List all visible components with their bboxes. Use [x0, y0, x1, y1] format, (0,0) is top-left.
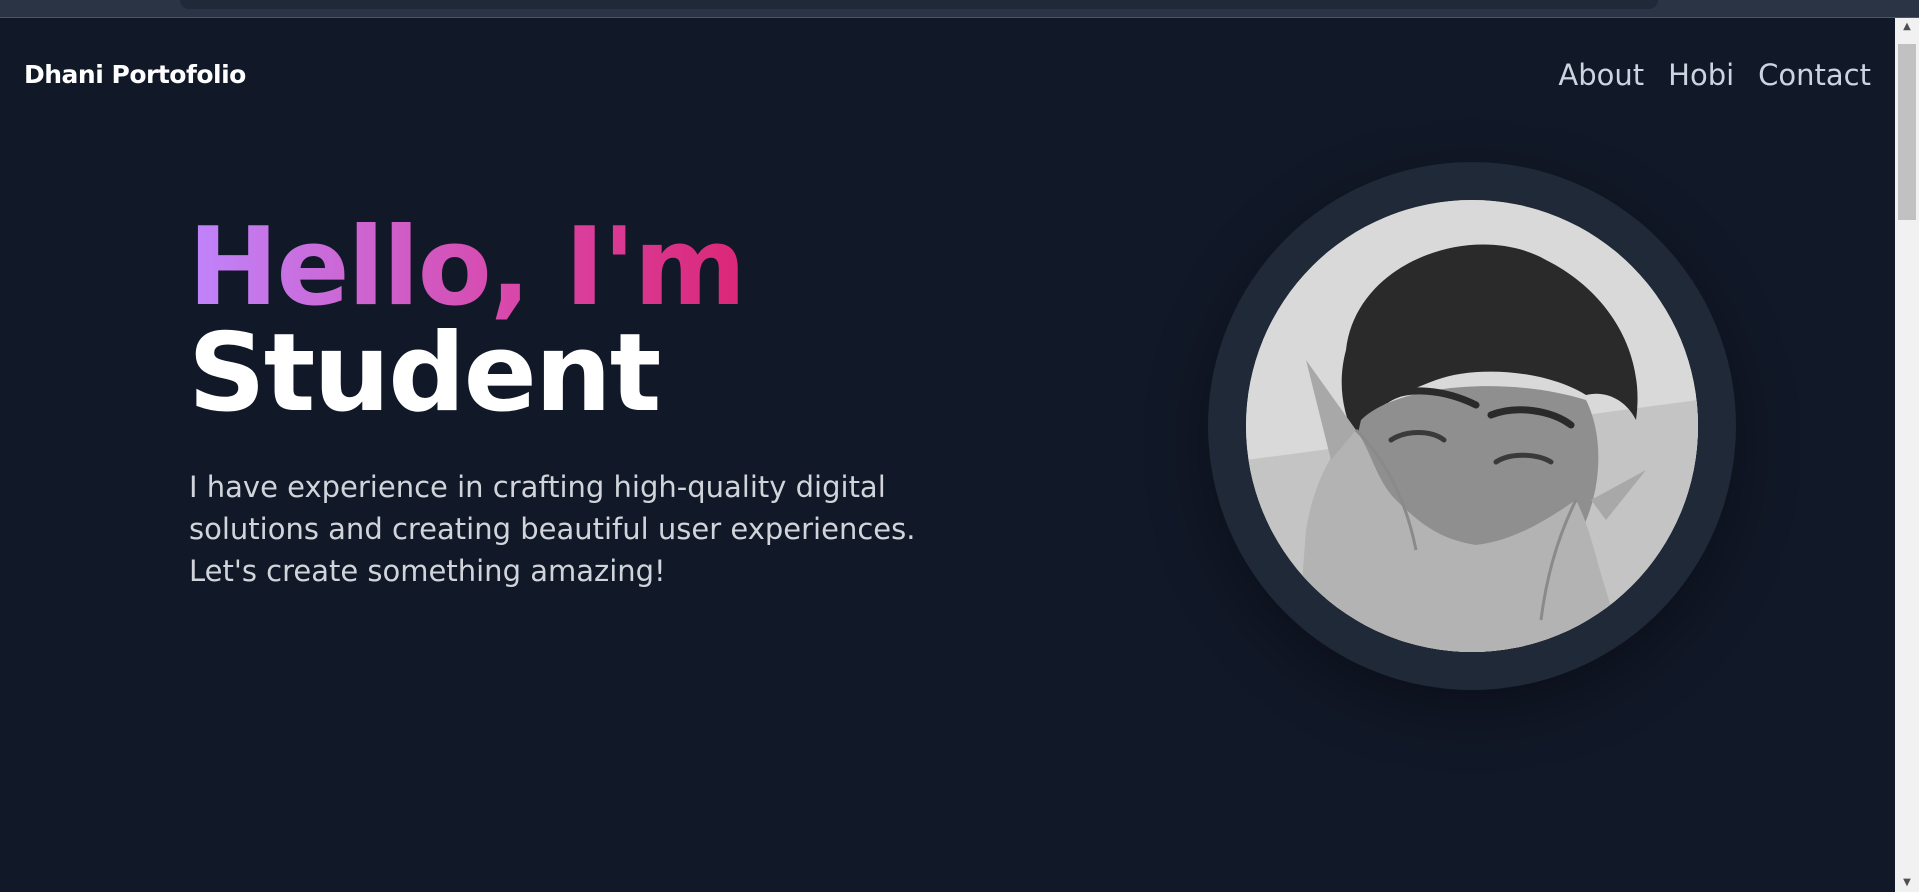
hero-greeting: Hello, I'm — [188, 205, 746, 330]
avatar — [1246, 200, 1698, 652]
avatar-ring — [1208, 162, 1736, 690]
nav-hobi[interactable]: Hobi — [1668, 58, 1734, 92]
hero-role: Student — [188, 311, 661, 436]
scroll-down-icon[interactable]: ▼ — [1895, 874, 1919, 892]
scroll-up-icon[interactable]: ▲ — [1895, 18, 1919, 36]
hero-description: I have experience in crafting high-quali… — [189, 470, 916, 588]
avatar-photo-illustration — [1246, 200, 1698, 652]
browser-address-bar[interactable] — [180, 0, 1658, 9]
browser-strip — [0, 0, 1919, 18]
page: Dhani Portofolio About Hobi Contact Hell… — [0, 0, 1919, 892]
nav-about[interactable]: About — [1558, 58, 1644, 92]
main-nav: About Hobi Contact — [1558, 58, 1871, 92]
vertical-scrollbar[interactable]: ▲ ▼ — [1895, 18, 1919, 892]
nav-contact[interactable]: Contact — [1758, 58, 1871, 92]
scrollbar-thumb[interactable] — [1898, 44, 1916, 220]
brand-logo[interactable]: Dhani Portofolio — [24, 60, 246, 89]
